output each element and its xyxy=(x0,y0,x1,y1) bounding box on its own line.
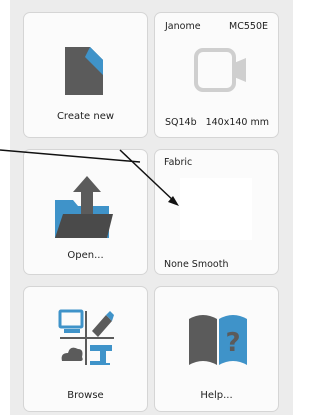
open-label: Open... xyxy=(67,250,104,261)
create-new-label: Create new xyxy=(56,111,115,122)
svg-text:?: ? xyxy=(225,328,240,358)
fabric-title: Fabric xyxy=(164,157,193,168)
left-margin xyxy=(0,0,10,415)
hoop-frame-icon xyxy=(194,48,246,92)
open-button[interactable]: Open... xyxy=(23,149,148,275)
help-label: Help... xyxy=(200,390,233,401)
machine-hoop-button[interactable]: Janome MC550E SQ14b 140x140 mm xyxy=(154,12,279,138)
browse-label: Browse xyxy=(67,390,104,401)
fabric-preview xyxy=(180,178,252,240)
machine-model: MC550E xyxy=(229,21,268,32)
help-button[interactable]: ? Help... xyxy=(154,286,279,412)
fabric-setting: None Smooth xyxy=(164,259,229,270)
help-book-icon: ? xyxy=(189,315,247,365)
start-panel: Create new Janome MC550E SQ14b 140x140 m… xyxy=(0,0,293,415)
browse-button[interactable]: Browse xyxy=(23,286,148,412)
hoop-size: 140x140 mm xyxy=(205,117,269,128)
new-document-icon xyxy=(65,47,103,95)
open-folder-icon xyxy=(55,176,113,238)
browse-devices-icon xyxy=(58,309,114,365)
fabric-button[interactable]: Fabric None Smooth xyxy=(154,149,279,275)
machine-brand: Janome xyxy=(165,21,201,32)
create-new-button[interactable]: Create new xyxy=(23,12,148,138)
hoop-name: SQ14b xyxy=(165,117,197,128)
